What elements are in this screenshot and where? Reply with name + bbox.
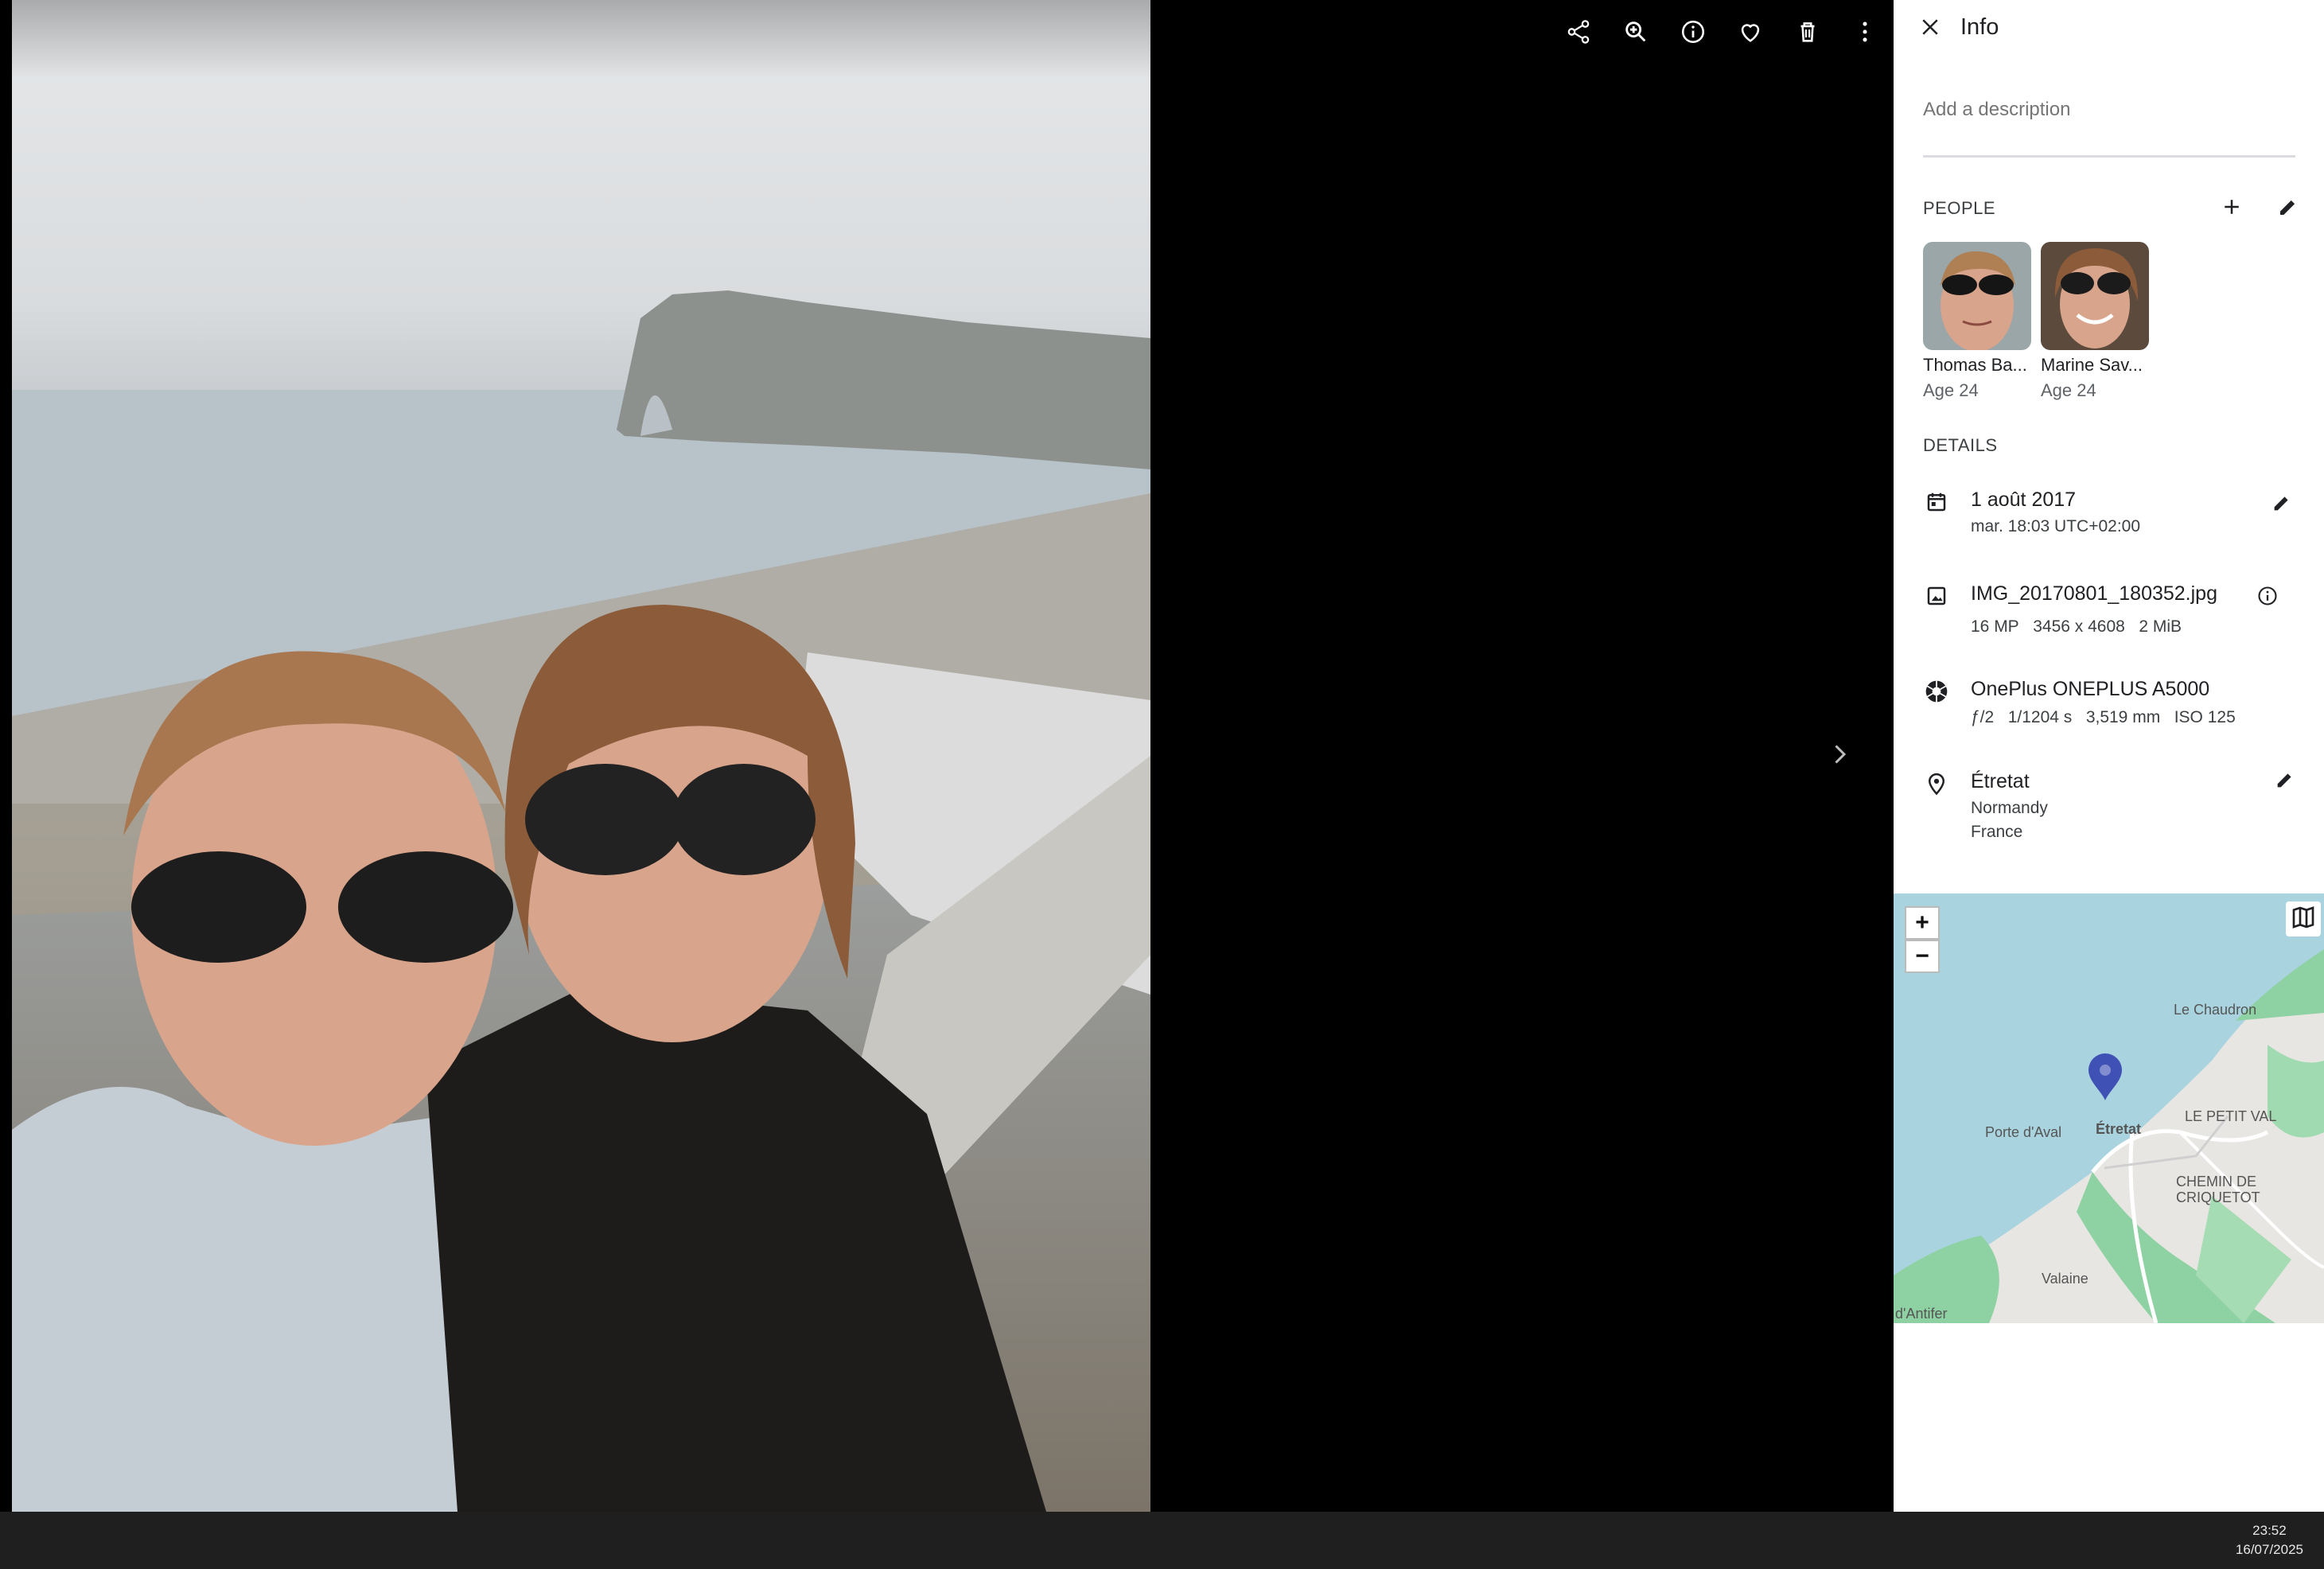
location-row: Étretat Normandy France: [1923, 770, 2305, 850]
close-info-button[interactable]: [1914, 13, 1946, 45]
map-zoom-in-button[interactable]: +: [1905, 906, 1940, 940]
camera-focal: 3,519 mm: [2085, 708, 2161, 726]
share-icon: [1565, 18, 1592, 49]
file-resolution: 3456 x 4608: [2033, 617, 2125, 636]
info-panel-header: Info: [1894, 0, 2324, 57]
description-input[interactable]: [1923, 99, 2295, 121]
clock-date: 16/07/2025: [2235, 1542, 2303, 1557]
info-panel: Info PEOPLE Thomas Ba... Age 24 Marine S…: [1894, 0, 2324, 1512]
edit-icon: [2271, 492, 2293, 518]
more-options-button[interactable]: [1836, 14, 1894, 53]
zoom-in-button[interactable]: [1607, 14, 1664, 53]
map-pin-icon: [2087, 1053, 2124, 1106]
zoom-in-icon: [1622, 18, 1649, 49]
details-heading: DETAILS: [1923, 435, 1998, 455]
map-layers-button[interactable]: [2286, 901, 2321, 936]
location-city: Étretat: [1971, 770, 2030, 792]
calendar-icon: [1923, 489, 1950, 516]
delete-button[interactable]: [1779, 14, 1836, 53]
photo: [12, 0, 1150, 1512]
person-avatar: [2041, 242, 2149, 350]
map-label: CHEMIN DE: [2176, 1174, 2257, 1189]
file-size: 2 MiB: [2139, 617, 2182, 636]
image-icon: [1923, 582, 1950, 609]
person-card[interactable]: Thomas Ba... Age 24: [1923, 242, 2031, 401]
people-heading: PEOPLE: [1923, 198, 1996, 218]
camera-settings: ƒ/2 1/1204 s 3,519 mm ISO 125: [1971, 708, 2236, 727]
file-info: 16 MP 3456 x 4608 2 MiB: [1971, 617, 2182, 637]
add-person-button[interactable]: [2214, 191, 2249, 226]
camera-aperture: ƒ/2: [1971, 708, 1995, 726]
location-region: Normandy: [1971, 799, 2048, 817]
chevron-right-icon: [1825, 740, 1854, 773]
map-label: Valaine: [2042, 1271, 2088, 1287]
favorite-icon: [1737, 18, 1764, 49]
description-field[interactable]: [1923, 99, 2295, 158]
more-vert-icon: [1851, 18, 1878, 49]
map-label: Étretat: [2096, 1121, 2142, 1137]
viewer-toolbar: [1550, 14, 1894, 53]
map-label: Le Chaudron: [2174, 1002, 2257, 1018]
location-country: France: [1971, 823, 2023, 841]
location-map[interactable]: + − Le Chaudron LE PETIT VAL Porte d'Ava…: [1894, 894, 2324, 1323]
camera-shutter: 1/1204 s: [2007, 708, 2073, 726]
edit-icon: [2276, 195, 2300, 223]
person-name: Marine Sav...: [2041, 355, 2143, 375]
file-name: IMG_20170801_180352.jpg: [1971, 582, 2217, 605]
edit-date-button[interactable]: [2264, 487, 2299, 522]
favorite-button[interactable]: [1722, 14, 1779, 53]
edit-icon: [2274, 769, 2296, 795]
date-time: mar. 18:03 UTC+02:00: [1971, 517, 2141, 535]
person-age: Age 24: [1923, 380, 1979, 400]
person-age: Age 24: [2041, 380, 2096, 400]
share-button[interactable]: [1550, 14, 1607, 53]
map-label: Porte d'Aval: [1985, 1124, 2062, 1140]
info-icon: [2256, 585, 2279, 611]
map-label: CRIQUETOT: [2176, 1189, 2260, 1205]
date-main: 1 août 2017: [1971, 489, 2077, 511]
camera-model: OnePlus ONEPLUS A5000: [1971, 678, 2210, 700]
date-row: 1 août 2017 mar. 18:03 UTC+02:00: [1923, 489, 2305, 544]
file-row: IMG_20170801_180352.jpg 16 MP 3456 x 460…: [1923, 582, 2305, 638]
photo-top-gradient: [12, 0, 1150, 80]
info-button[interactable]: [1664, 14, 1722, 53]
photo-scene: [12, 290, 1150, 1512]
photo-viewer: [0, 0, 1894, 1512]
person-card[interactable]: Marine Sav... Age 24: [2041, 242, 2149, 401]
map-label: LE PETIT VAL: [2185, 1108, 2277, 1124]
camera-row: OnePlus ONEPLUS A5000 ƒ/2 1/1204 s 3,519…: [1923, 678, 2305, 734]
file-info-button[interactable]: [2250, 580, 2285, 615]
taskbar: 23:52 16/07/2025: [0, 1512, 2324, 1569]
location-pin-icon: [1923, 770, 1950, 797]
aperture-icon: [1923, 678, 1950, 705]
delete-icon: [1794, 18, 1821, 49]
map-icon: [2291, 905, 2316, 934]
person-name: Thomas Ba...: [1923, 355, 2027, 375]
panel-title: Info: [1960, 14, 1999, 40]
taskbar-clock[interactable]: 23:52 16/07/2025: [2236, 1521, 2303, 1559]
next-photo-button[interactable]: [1816, 732, 1863, 780]
person-avatar: [1923, 242, 2031, 350]
edit-people-button[interactable]: [2271, 191, 2306, 226]
info-icon: [1680, 18, 1707, 49]
add-icon: [2220, 195, 2244, 223]
edit-location-button[interactable]: [2268, 764, 2303, 799]
map-label: d'Antifer: [1895, 1306, 1948, 1322]
close-icon: [1918, 15, 1942, 43]
camera-iso: ISO 125: [2174, 708, 2236, 726]
clock-time: 23:52: [2252, 1523, 2287, 1538]
file-megapixels: 16 MP: [1971, 617, 2019, 636]
map-zoom-out-button[interactable]: −: [1905, 940, 1940, 973]
